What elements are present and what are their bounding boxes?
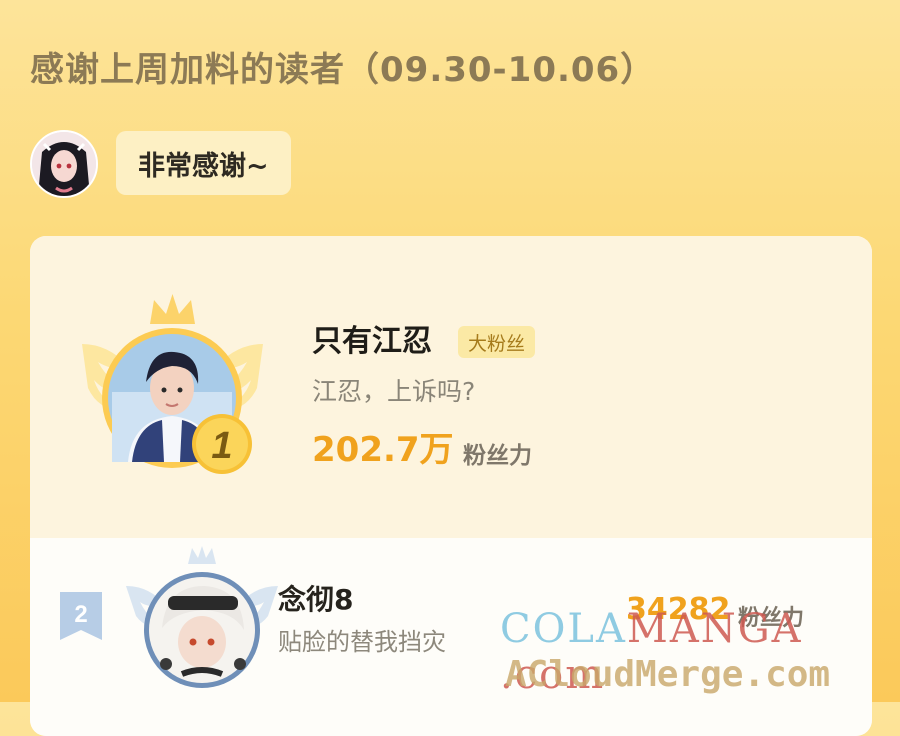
thanks-message-text: 非常感谢~ [138,150,269,182]
poster-avatar[interactable] [30,130,98,198]
page-title: 感谢上周加料的读者（09.30-10.06） [30,50,656,90]
rank-1-number: 1 [211,425,232,467]
rank-2-flag-icon: 2 [60,592,102,640]
rank-2-avatar-badge [126,546,278,688]
rank-1-comment: 江忍，上诉吗? [312,377,476,406]
watermark-acloudmerge: ACloudMerge.com [505,654,831,695]
rank-1-avatar-badge: 1 [82,294,263,474]
avatar-girl-icon [32,132,96,196]
watermark-part-a: COLA [500,606,627,652]
rank-1-fan-tag-label: 大粉丝 [468,332,526,355]
rank-1-section[interactable]: 1 只有江忍 大粉丝 江忍，上诉吗? 202.7万 粉丝力 [30,236,872,538]
rank-1-score-unit: 粉丝力 [463,443,532,469]
rank-1-username[interactable]: 只有江忍 [312,316,432,360]
rank-1-fan-tag: 大粉丝 [458,326,536,358]
watermark-part-b: MANGA [626,606,803,652]
rank-2-username[interactable]: 念彻8 [278,578,353,618]
rank-2-comment: 贴脸的替我挡灾 [278,628,446,656]
thanks-message-bubble: 非常感谢~ [116,131,291,195]
rank-2-number: 2 [74,601,87,628]
rank-1-score: 202.7万 [312,430,454,470]
